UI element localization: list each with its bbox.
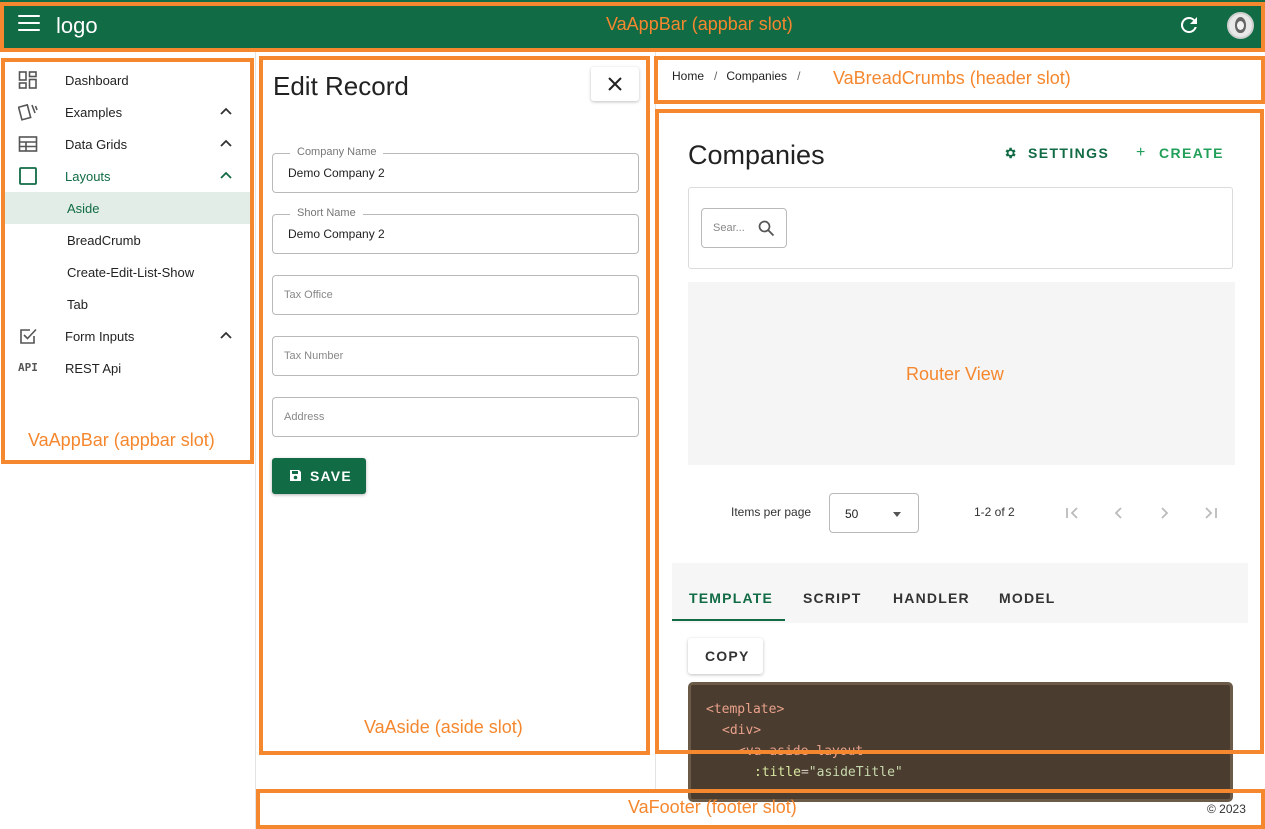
appbar-annotation-label: VaAppBar (appbar slot) bbox=[606, 14, 793, 34]
checkbox-icon bbox=[20, 328, 37, 344]
cards-icon bbox=[18, 103, 38, 121]
code-line: <div> bbox=[722, 723, 762, 738]
settings-label: SETTINGS bbox=[1028, 145, 1110, 161]
chevron-up-icon bbox=[220, 107, 232, 115]
sidebar-item-label: Aside bbox=[67, 201, 100, 216]
company-name-field[interactable]: Company Name Demo Company 2 bbox=[272, 146, 639, 193]
gear-icon bbox=[1005, 147, 1016, 159]
table-icon bbox=[18, 136, 38, 152]
active-tab-indicator bbox=[672, 619, 785, 621]
plus-icon: + bbox=[1136, 144, 1147, 161]
app-logo: logo bbox=[56, 13, 98, 38]
sidebar-item-label: BreadCrumb bbox=[67, 233, 141, 248]
items-per-page-label: Items per page bbox=[731, 505, 812, 519]
close-button[interactable] bbox=[591, 67, 639, 101]
save-label: SAVE bbox=[310, 468, 352, 484]
sidebar-item-aside[interactable]: Aside bbox=[4, 192, 250, 224]
pagination-range: 1-2 of 2 bbox=[974, 505, 1015, 519]
field-label: Company Name bbox=[290, 146, 384, 158]
field-value: Demo Company 2 bbox=[288, 166, 385, 180]
api-icon: API bbox=[18, 361, 38, 374]
code-line: <va-aside-layout bbox=[738, 744, 864, 759]
save-button[interactable]: SAVE bbox=[272, 458, 366, 494]
chevron-up-icon bbox=[220, 331, 232, 339]
sidebar-item-data-grids[interactable]: Data Grids bbox=[4, 128, 250, 160]
save-icon bbox=[290, 470, 301, 481]
tab-handler[interactable]: HANDLER bbox=[893, 590, 970, 606]
address-field[interactable]: Address bbox=[272, 397, 639, 437]
square-icon bbox=[19, 167, 37, 185]
sidebar-item-label: Tab bbox=[67, 297, 88, 312]
sidebar-item-label: Dashboard bbox=[65, 73, 129, 88]
sidebar-item-form-inputs[interactable]: Form Inputs bbox=[4, 320, 250, 352]
copy-button[interactable]: COPY bbox=[688, 638, 763, 674]
dashboard-icon bbox=[18, 71, 37, 89]
field-placeholder: Tax Number bbox=[284, 350, 344, 362]
header-annotation-label: VaBreadCrumbs (header slot) bbox=[833, 68, 1071, 88]
code-line: :title="asideTitle" bbox=[754, 765, 903, 780]
next-page-icon[interactable] bbox=[1154, 503, 1174, 523]
user-avatar[interactable] bbox=[1227, 12, 1254, 39]
code-block: <template> <div> <va-aside-layout :title… bbox=[688, 682, 1233, 802]
sidebar-item-label: Create-Edit-List-Show bbox=[67, 265, 195, 280]
sidebar-item-create-edit-list-show[interactable]: Create-Edit-List-Show bbox=[4, 256, 250, 288]
refresh-icon[interactable] bbox=[1177, 13, 1201, 37]
sidebar-item-examples[interactable]: Examples bbox=[4, 96, 250, 128]
sidebar-item-breadcrumb[interactable]: BreadCrumb bbox=[4, 224, 250, 256]
sidebar-item-label: Data Grids bbox=[65, 137, 128, 152]
tab-model[interactable]: MODEL bbox=[999, 590, 1056, 606]
field-label: Short Name bbox=[290, 207, 363, 219]
items-per-page-value: 50 bbox=[845, 507, 859, 521]
tab-template[interactable]: TEMPLATE bbox=[689, 590, 773, 606]
copy-label: COPY bbox=[705, 648, 750, 664]
copyright-text: © 2023 bbox=[1207, 802, 1246, 816]
sidebar-item-rest-api[interactable]: API REST Api bbox=[4, 352, 250, 384]
last-page-icon[interactable] bbox=[1200, 503, 1220, 523]
field-placeholder: Address bbox=[284, 411, 325, 423]
tab-script[interactable]: SCRIPT bbox=[803, 590, 862, 606]
page-title: Companies bbox=[688, 140, 825, 170]
tax-number-field[interactable]: Tax Number bbox=[272, 336, 639, 376]
search-icon bbox=[758, 220, 775, 237]
sidebar-item-dashboard[interactable]: Dashboard bbox=[4, 64, 250, 96]
chevron-up-icon bbox=[220, 139, 232, 147]
sidebar-item-label: Layouts bbox=[65, 169, 111, 184]
tax-office-field[interactable]: Tax Office bbox=[272, 275, 639, 315]
menu-icon[interactable] bbox=[18, 15, 40, 33]
items-per-page-select[interactable]: 50 bbox=[829, 493, 919, 533]
previous-page-icon[interactable] bbox=[1109, 503, 1129, 523]
footer-annotation-label: VaFooter (footer slot) bbox=[628, 797, 797, 817]
router-annotation-label: Router View bbox=[906, 364, 1004, 384]
create-label: CREATE bbox=[1159, 145, 1224, 161]
search-input[interactable]: Sear... bbox=[701, 208, 787, 248]
sidebar-item-label: Examples bbox=[65, 105, 123, 120]
chevron-up-icon bbox=[220, 171, 232, 179]
sidebar-item-label: Form Inputs bbox=[65, 329, 135, 344]
aside-title: Edit Record bbox=[273, 71, 409, 101]
sidebar-item-tab[interactable]: Tab bbox=[4, 288, 250, 320]
field-placeholder: Tax Office bbox=[284, 289, 333, 301]
menu-annotation-label: VaAppBar (appbar slot) bbox=[28, 430, 215, 450]
short-name-field[interactable]: Short Name Demo Company 2 bbox=[272, 207, 639, 254]
sidebar-item-layouts[interactable]: Layouts bbox=[4, 160, 250, 192]
aside-annotation-label: VaAside (aside slot) bbox=[364, 717, 523, 737]
field-value: Demo Company 2 bbox=[288, 227, 385, 241]
breadcrumb-companies[interactable]: Companies bbox=[726, 69, 787, 83]
dropdown-arrow-icon bbox=[893, 512, 901, 517]
first-page-icon[interactable] bbox=[1063, 503, 1083, 523]
search-placeholder: Sear... bbox=[713, 222, 745, 234]
breadcrumb-home[interactable]: Home bbox=[672, 69, 704, 83]
close-icon bbox=[608, 77, 622, 91]
sidebar-item-label: REST Api bbox=[65, 361, 122, 376]
code-line: <template> bbox=[706, 702, 785, 717]
breadcrumb: Home / Companies / bbox=[672, 69, 801, 83]
aside-panel: Edit Record Company Name Demo Company 2 … bbox=[256, 52, 656, 792]
